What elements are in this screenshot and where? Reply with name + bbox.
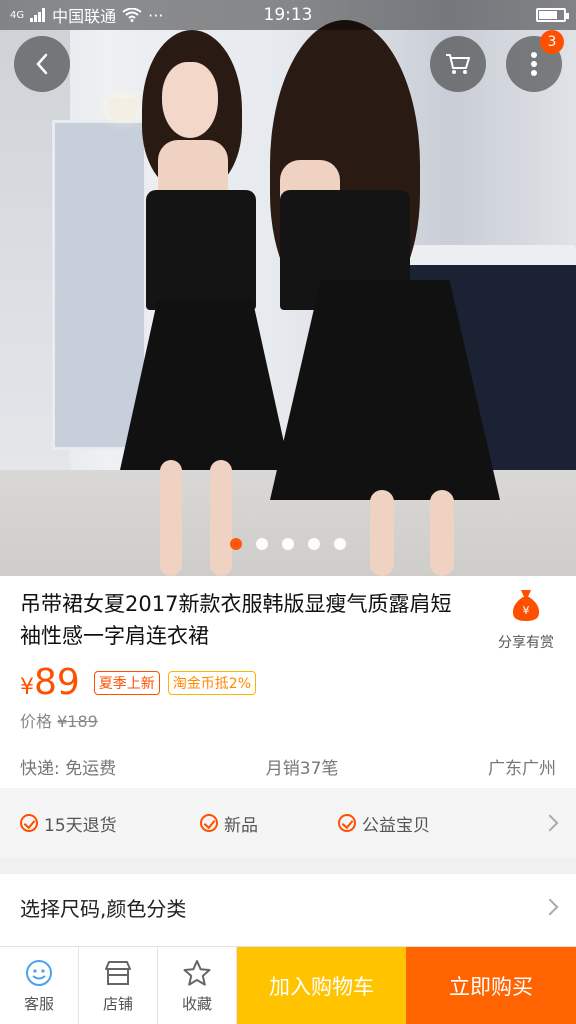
buy-now-button[interactable]: 立即购买 <box>406 947 576 1024</box>
more-vertical-icon <box>531 52 537 76</box>
chevron-right-icon <box>541 898 559 916</box>
customer-service-button[interactable]: 客服 <box>0 947 79 1024</box>
chevron-right-icon <box>541 814 559 832</box>
ship-location: 广东广州 <box>488 759 556 779</box>
check-circle-icon <box>338 814 356 832</box>
gallery-pagination[interactable] <box>0 538 576 550</box>
sku-select-row[interactable]: 选择尺码,颜色分类 <box>0 874 576 940</box>
battery-icon <box>536 8 569 22</box>
check-circle-icon <box>200 814 218 832</box>
gallery-dot[interactable] <box>308 538 320 550</box>
shipping-fee: 快递: 免运费 <box>20 759 117 779</box>
product-title: 吊带裙女夏2017新款衣服韩版显瘦气质露肩短袖性感一字肩连衣裙 <box>20 592 452 648</box>
customer-service-label: 客服 <box>23 994 54 1013</box>
shop-label: 店铺 <box>102 994 133 1013</box>
service-charity-label: 公益宝贝 <box>362 815 430 836</box>
sku-select-label: 选择尺码,颜色分类 <box>20 896 187 921</box>
model-figure-back <box>270 20 510 576</box>
check-circle-icon <box>20 814 38 832</box>
currency-symbol: ¥ <box>20 675 34 700</box>
service-new-label: 新品 <box>224 815 258 836</box>
service-guarantees-row[interactable]: 15天退货 新品 公益宝贝 <box>0 788 576 858</box>
status-bar: 4G 中国联通 ··· 19:13 <box>0 0 576 30</box>
cart-button[interactable] <box>430 36 486 92</box>
status-time: 19:13 <box>263 5 313 25</box>
more-menu-button[interactable]: 3 <box>506 30 564 92</box>
battery-level <box>539 11 557 19</box>
service-return: 15天退货 <box>20 811 200 836</box>
promo-tag-summer: 夏季上新 <box>93 670 160 695</box>
star-icon <box>183 959 211 986</box>
bottom-action-bar: 客服 店铺 收藏 加入购物车 立即购买 <box>0 946 576 1024</box>
svg-text:¥: ¥ <box>523 604 530 617</box>
money-bag-icon: ¥ <box>512 590 540 621</box>
back-button[interactable] <box>14 36 70 92</box>
service-charity: 公益宝贝 <box>338 811 518 836</box>
service-return-label: 15天退货 <box>44 815 117 836</box>
add-to-cart-button[interactable]: 加入购物车 <box>237 947 406 1024</box>
gallery-dot[interactable] <box>334 538 346 550</box>
shop-button[interactable]: 店铺 <box>79 947 158 1024</box>
original-price-label: 价格 <box>20 712 53 731</box>
section-divider <box>0 858 576 874</box>
service-new: 新品 <box>200 811 338 836</box>
price-amount: 89 <box>34 662 80 703</box>
gallery-dot[interactable] <box>230 538 242 550</box>
chevron-left-icon <box>36 53 48 75</box>
share-reward-button[interactable]: ¥ 分享有赏 <box>486 588 566 652</box>
share-reward-label: 分享有赏 <box>498 635 554 651</box>
price-row: ¥89 夏季上新 淘金币抵2% <box>20 662 257 703</box>
gallery-dot[interactable] <box>282 538 294 550</box>
product-image-gallery[interactable]: 4G 中国联通 ··· 19:13 3 <box>0 0 576 576</box>
original-price: 价格 ¥189 <box>20 708 98 732</box>
favorite-button[interactable]: 收藏 <box>158 947 237 1024</box>
shipping-row: 快递: 免运费 月销37笔 广东广州 <box>20 754 556 779</box>
notification-badge: 3 <box>540 30 564 54</box>
original-price-value: ¥189 <box>57 712 98 731</box>
gallery-dot[interactable] <box>256 538 268 550</box>
cart-icon <box>446 54 470 74</box>
favorite-label: 收藏 <box>181 994 212 1013</box>
customer-service-icon <box>26 959 52 986</box>
promo-tag-coin: 淘金币抵2% <box>167 670 257 695</box>
monthly-sales: 月销37笔 <box>265 759 339 779</box>
price-value: ¥89 <box>20 662 86 703</box>
shop-icon <box>105 960 131 985</box>
